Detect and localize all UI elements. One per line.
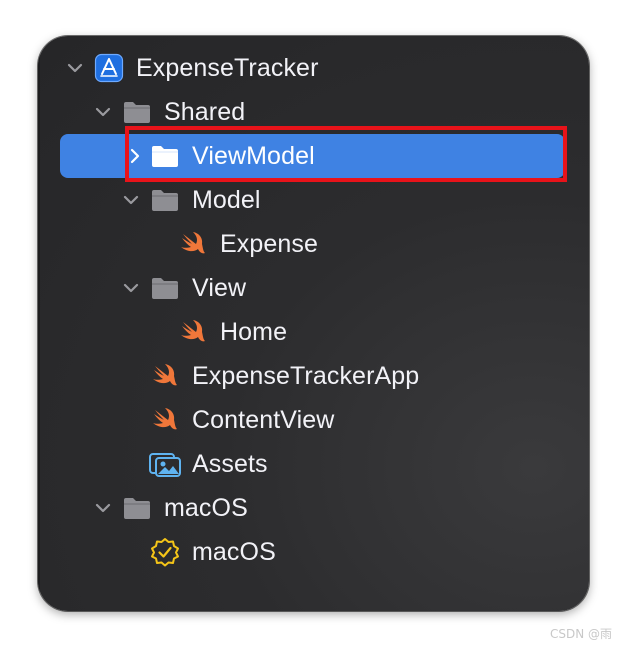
project-navigator-panel: ExpenseTracker Shared ViewModel Model Ex… [38,36,589,611]
chevron-down-icon[interactable] [66,59,84,77]
chevron-down-icon[interactable] [122,279,140,297]
folder-icon [124,102,150,123]
swift-file-icon [181,320,205,342]
navigator-item-label: ExpenseTracker [136,54,319,82]
asset-catalog-icon [149,453,181,477]
navigator-item-label: Model [192,186,261,214]
chevron-down-icon[interactable] [94,103,112,121]
navigator-item-label: ExpenseTrackerApp [192,362,420,390]
navigator-row-macos-folder[interactable]: macOS [38,486,589,530]
navigator-row-macos-entitlements[interactable]: macOS [38,530,589,574]
folder-icon [152,278,178,299]
navigator-item-label: Shared [164,98,246,126]
chevron-down-icon[interactable] [94,499,112,517]
swift-file-icon [153,364,177,386]
navigator-row-expensetrackerapp[interactable]: ExpenseTrackerApp [38,354,589,398]
navigator-row-home[interactable]: Home [38,310,589,354]
chevron-down-icon[interactable] [122,191,140,209]
navigator-row-expensetracker[interactable]: ExpenseTracker [38,46,589,90]
navigator-item-label: Home [220,318,288,346]
navigator-row-assets[interactable]: Assets [38,442,589,486]
navigator-item-label: View [192,274,247,302]
navigator-row-view[interactable]: View [38,266,589,310]
folder-icon [152,190,178,211]
navigator-item-label: macOS [164,494,248,522]
swift-file-icon [153,408,177,430]
navigator-row-contentview[interactable]: ContentView [38,398,589,442]
navigator-item-label: Expense [220,230,318,258]
navigator-row-model[interactable]: Model [38,178,589,222]
annotation-highlight-box [125,126,567,182]
watermark-text: CSDN @雨 [549,627,612,641]
entitlements-icon [151,538,179,567]
xcode-project-icon [94,53,124,83]
swift-file-icon [181,232,205,254]
folder-icon [124,498,150,519]
navigator-item-label: macOS [192,538,276,566]
navigator-row-expense[interactable]: Expense [38,222,589,266]
navigator-item-label: Assets [192,450,268,478]
navigator-item-label: ContentView [192,406,335,434]
